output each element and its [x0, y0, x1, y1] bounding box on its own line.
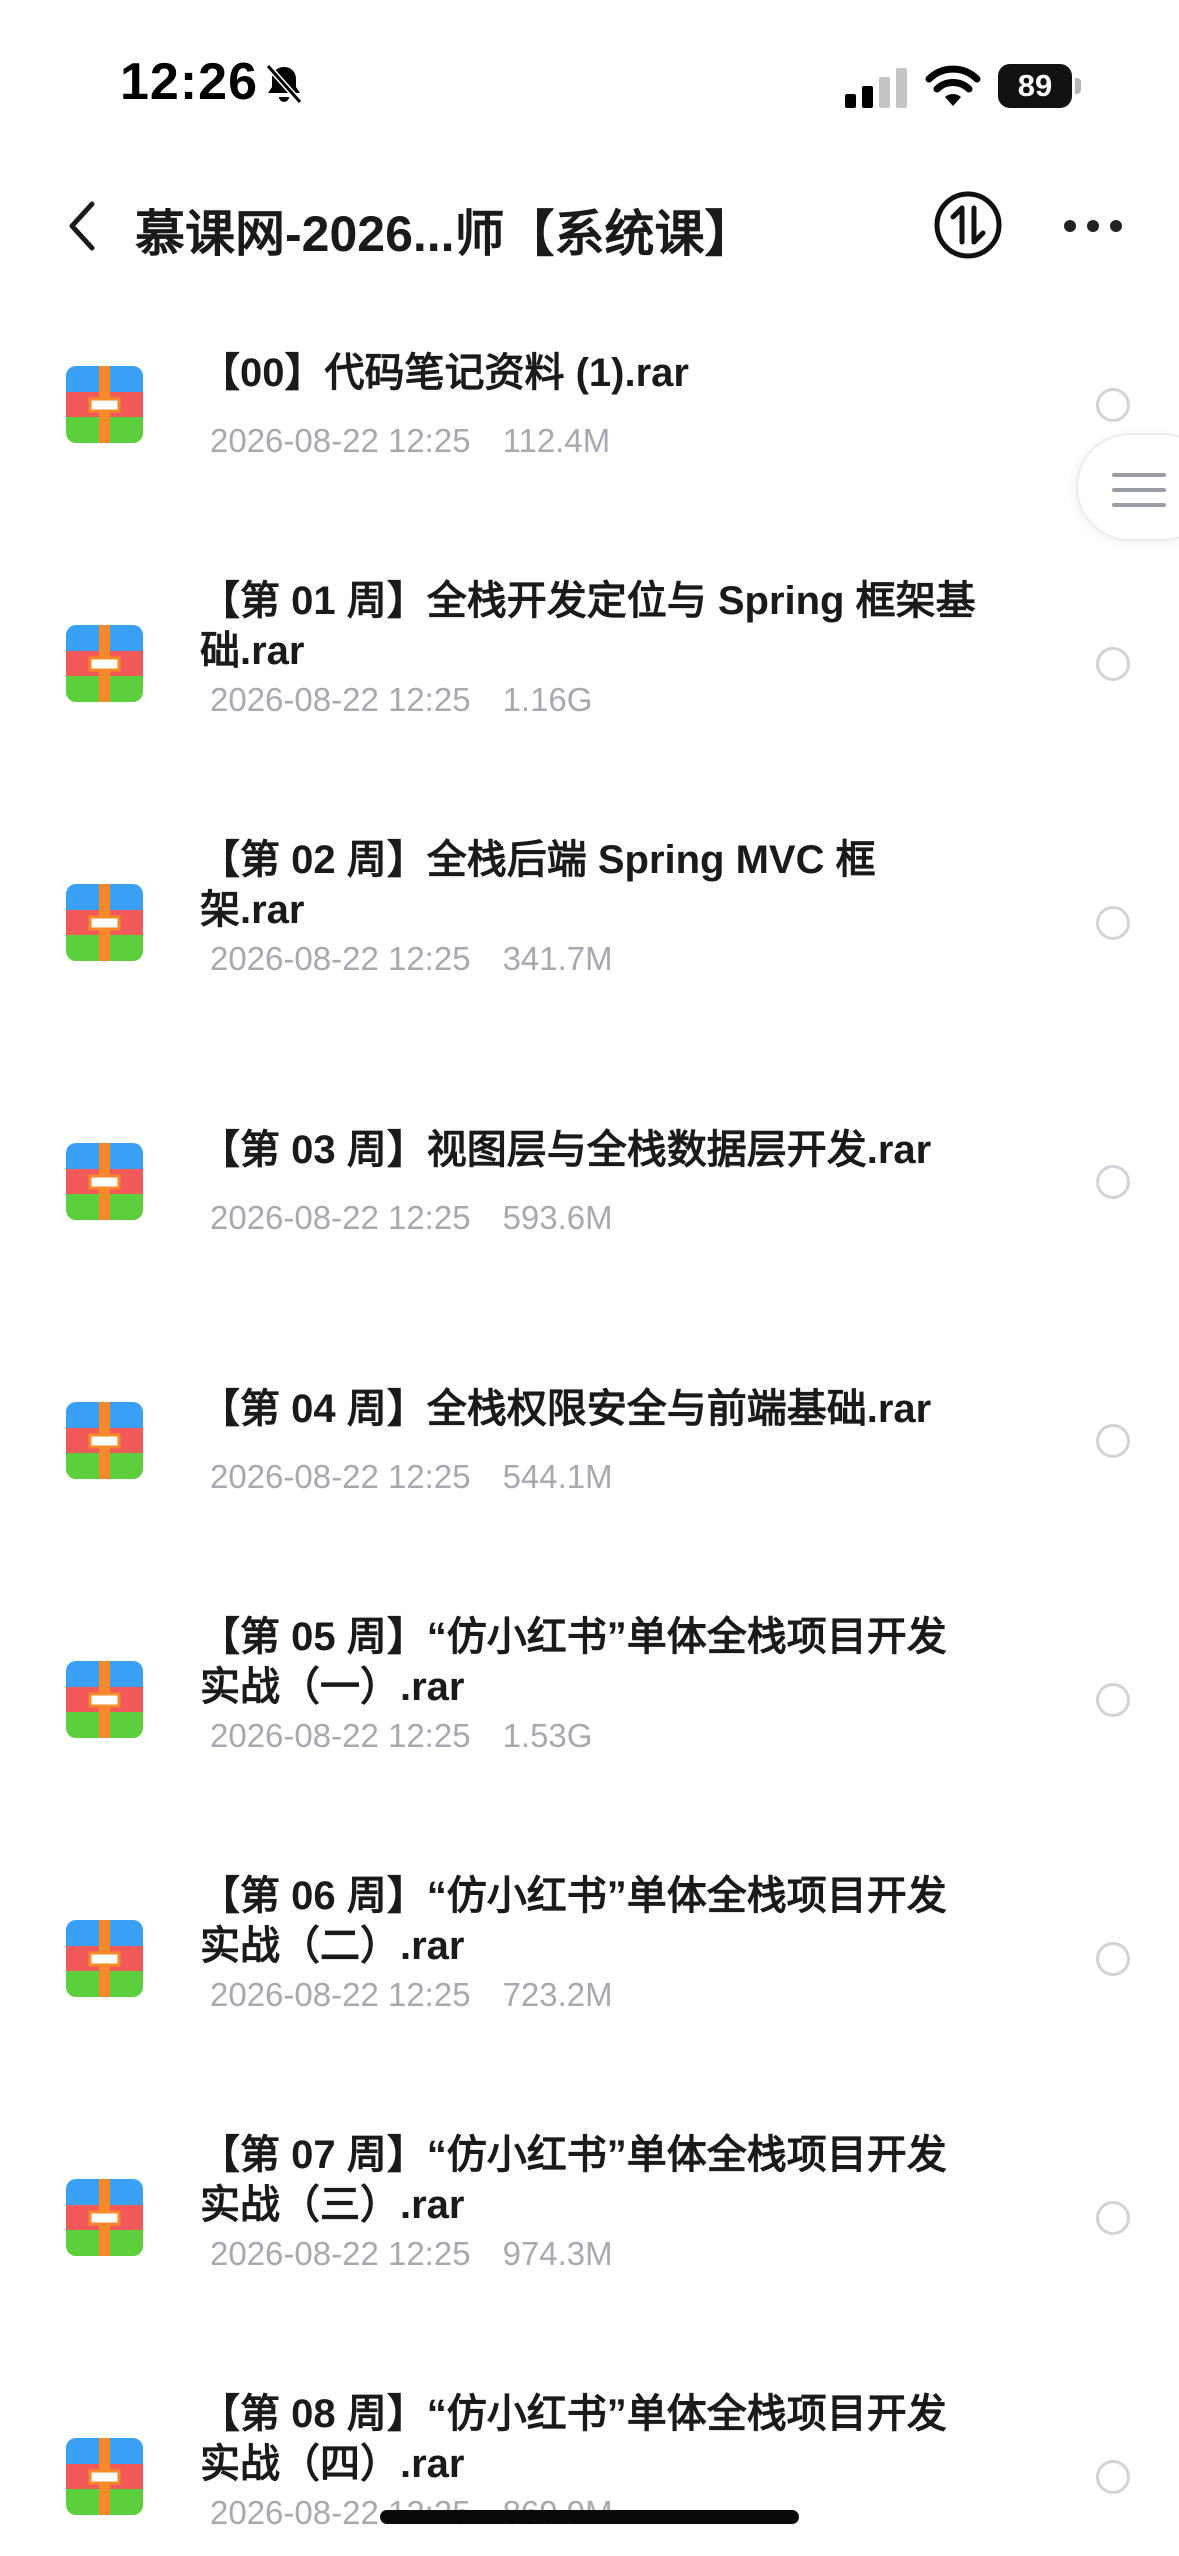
- select-checkbox[interactable]: [1096, 388, 1130, 422]
- file-date: 2026-08-22 12:25: [210, 1976, 471, 2013]
- chevron-left-icon[interactable]: [62, 198, 106, 254]
- file-name: 【第 07 周】“仿小红书”单体全栈项目开发实战（三）.rar: [200, 2133, 947, 2227]
- file-meta: 2026-08-22 12:25 723.2M: [210, 1976, 613, 2014]
- file-date: 2026-08-22 12:25: [210, 422, 471, 459]
- file-meta: 2026-08-22 12:25 974.3M: [210, 2235, 613, 2273]
- file-size: 1.16G: [502, 681, 593, 718]
- archive-file-icon: [66, 1402, 143, 1479]
- list-item[interactable]: 【第 03 周】视图层与全栈数据层开发.rar 2026-08-22 12:25…: [0, 1077, 1179, 1336]
- list-item[interactable]: 【第 05 周】“仿小红书”单体全栈项目开发实战（一）.rar 2026-08-…: [0, 1595, 1179, 1854]
- more-icon[interactable]: [1062, 218, 1124, 234]
- select-checkbox[interactable]: [1096, 2201, 1130, 2235]
- file-size: 341.7M: [502, 940, 613, 977]
- file-name: 【第 02 周】全栈后端 Spring MVC 框架.rar: [200, 838, 876, 932]
- wifi-icon: [925, 65, 981, 106]
- file-name: 【第 08 周】“仿小红书”单体全栈项目开发实战（四）.rar: [200, 2392, 947, 2486]
- menu-icon: [1112, 473, 1166, 507]
- list-item[interactable]: 【第 01 周】全栈开发定位与 Spring 框架基础.rar 2026-08-…: [0, 559, 1179, 818]
- archive-file-icon: [66, 1920, 143, 1997]
- file-name: 【第 01 周】全栈开发定位与 Spring 框架基础.rar: [200, 579, 976, 673]
- cellular-signal-icon: [845, 68, 907, 108]
- file-size: 112.4M: [502, 422, 611, 459]
- file-name: 【第 05 周】“仿小红书”单体全栈项目开发实战（一）.rar: [200, 1615, 947, 1709]
- file-name: 【00】代码笔记资料 (1).rar: [200, 351, 689, 395]
- screen: 12:26 89 慕课网-2026...师【系统课】 【00】代码笔记资料 (1…: [0, 0, 1179, 2556]
- file-date: 2026-08-22 12:25: [210, 940, 471, 977]
- list-item[interactable]: 【第 07 周】“仿小红书”单体全栈项目开发实战（三）.rar 2026-08-…: [0, 2113, 1179, 2372]
- bell-slash-icon: [265, 64, 303, 104]
- select-checkbox[interactable]: [1096, 1683, 1130, 1717]
- archive-file-icon: [66, 1661, 143, 1738]
- list-item[interactable]: 【第 02 周】全栈后端 Spring MVC 框架.rar 2026-08-2…: [0, 818, 1179, 1077]
- file-date: 2026-08-22 12:25: [210, 1458, 471, 1495]
- archive-file-icon: [66, 884, 143, 961]
- file-size: 1.53G: [502, 1717, 593, 1754]
- home-indicator[interactable]: [380, 2510, 799, 2524]
- nav-bar: 慕课网-2026...师【系统课】: [0, 150, 1179, 300]
- select-checkbox[interactable]: [1096, 906, 1130, 940]
- select-checkbox[interactable]: [1096, 1165, 1130, 1199]
- list-item[interactable]: 【第 04 周】全栈权限安全与前端基础.rar 2026-08-22 12:25…: [0, 1336, 1179, 1595]
- file-date: 2026-08-22 12:25: [210, 1199, 471, 1236]
- archive-file-icon: [66, 2179, 143, 2256]
- file-meta: 2026-08-22 12:25 1.16G: [210, 681, 592, 719]
- list-item[interactable]: 【第 08 周】“仿小红书”单体全栈项目开发实战（四）.rar 2026-08-…: [0, 2372, 1179, 2556]
- list-item[interactable]: 【第 06 周】“仿小红书”单体全栈项目开发实战（二）.rar 2026-08-…: [0, 1854, 1179, 2113]
- archive-file-icon: [66, 366, 143, 443]
- list-item[interactable]: 【00】代码笔记资料 (1).rar 2026-08-22 12:25 112.4…: [0, 300, 1179, 559]
- select-checkbox[interactable]: [1096, 1424, 1130, 1458]
- file-name: 【第 04 周】全栈权限安全与前端基础.rar: [200, 1387, 932, 1431]
- sync-icon[interactable]: [933, 190, 1003, 260]
- file-meta: 2026-08-22 12:25 112.4M: [210, 422, 610, 460]
- select-checkbox[interactable]: [1096, 1942, 1130, 1976]
- file-size: 593.6M: [502, 1199, 613, 1236]
- file-name: 【第 06 周】“仿小红书”单体全栈项目开发实战（二）.rar: [200, 1874, 947, 1968]
- file-meta: 2026-08-22 12:25 341.7M: [210, 940, 613, 978]
- status-time: 12:26: [120, 53, 258, 111]
- status-bar: 12:26 89: [0, 0, 1179, 150]
- side-menu-handle[interactable]: [1076, 433, 1179, 541]
- file-meta: 2026-08-22 12:25 544.1M: [210, 1458, 613, 1496]
- page-title: 慕课网-2026...师【系统课】: [135, 206, 755, 262]
- select-checkbox[interactable]: [1096, 647, 1130, 681]
- file-size: 723.2M: [502, 1976, 613, 2013]
- select-checkbox[interactable]: [1096, 2460, 1130, 2494]
- file-name: 【第 03 周】视图层与全栈数据层开发.rar: [200, 1128, 932, 1172]
- file-date: 2026-08-22 12:25: [210, 2235, 471, 2272]
- file-meta: 2026-08-22 12:25 1.53G: [210, 1717, 592, 1755]
- battery-icon: 89: [998, 64, 1081, 108]
- file-date: 2026-08-22 12:25: [210, 681, 471, 718]
- archive-file-icon: [66, 1143, 143, 1220]
- file-size: 974.3M: [502, 2235, 613, 2272]
- archive-file-icon: [66, 2438, 143, 2515]
- file-meta: 2026-08-22 12:25 593.6M: [210, 1199, 613, 1237]
- file-size: 544.1M: [502, 1458, 613, 1495]
- battery-level: 89: [1017, 68, 1053, 103]
- file-date: 2026-08-22 12:25: [210, 1717, 471, 1754]
- archive-file-icon: [66, 625, 143, 702]
